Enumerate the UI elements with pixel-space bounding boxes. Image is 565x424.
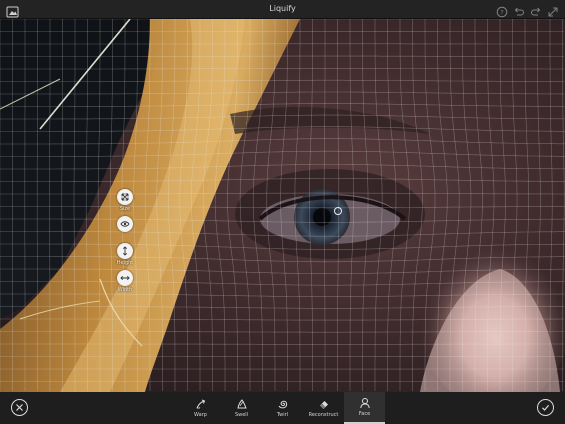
- twirl-icon: [278, 400, 287, 409]
- height-icon[interactable]: [117, 243, 133, 259]
- palette-label: Size: [119, 206, 131, 212]
- scale-icon[interactable]: [117, 189, 133, 205]
- width-control[interactable]: Width: [117, 270, 133, 293]
- svg-text:?: ?: [500, 9, 503, 16]
- tool-label: Twirl: [276, 412, 289, 418]
- swell-icon: [236, 399, 247, 409]
- tool-face[interactable]: Face: [344, 392, 385, 424]
- redo-icon[interactable]: [530, 3, 542, 16]
- fullscreen-icon[interactable]: [547, 3, 559, 17]
- app-title: Liquify: [269, 4, 296, 13]
- size-control[interactable]: Size: [117, 189, 133, 212]
- top-right-icons: ?: [496, 3, 559, 18]
- liquify-tools: Warp Swell Twirl Reconstruct Face: [180, 392, 385, 424]
- tool-label: Warp: [194, 412, 207, 418]
- eye-icon[interactable]: [117, 216, 133, 232]
- tool-label: Face: [358, 411, 371, 417]
- confirm-button[interactable]: [537, 399, 554, 416]
- bottom-toolbar: Warp Swell Twirl Reconstruct Face: [0, 392, 565, 424]
- palette-label: Height: [116, 260, 134, 266]
- tool-twirl[interactable]: Twirl: [262, 392, 303, 424]
- tool-swell[interactable]: Swell: [221, 392, 262, 424]
- liquify-canvas[interactable]: Size Height Width: [0, 19, 565, 392]
- check-icon: [542, 404, 550, 411]
- tool-label: Swell: [234, 412, 249, 418]
- top-bar: Liquify ?: [0, 0, 565, 19]
- help-icon[interactable]: ?: [496, 3, 508, 18]
- cancel-button[interactable]: [11, 399, 28, 416]
- reconstruct-icon: [319, 401, 328, 409]
- palette-label: Width: [117, 287, 133, 293]
- tool-reconstruct[interactable]: Reconstruct: [303, 392, 344, 424]
- tool-label: Reconstruct: [308, 412, 339, 418]
- face-icon: [359, 398, 370, 409]
- height-control[interactable]: Height: [116, 243, 134, 266]
- width-icon[interactable]: [117, 270, 133, 286]
- face-adjust-palette: Size Height Width: [113, 189, 137, 297]
- tool-warp[interactable]: Warp: [180, 392, 221, 424]
- undo-icon[interactable]: [513, 3, 525, 16]
- warp-icon: [196, 399, 205, 409]
- eye-control[interactable]: [117, 216, 133, 239]
- portrait-photo: [0, 19, 565, 392]
- close-icon: [16, 404, 23, 411]
